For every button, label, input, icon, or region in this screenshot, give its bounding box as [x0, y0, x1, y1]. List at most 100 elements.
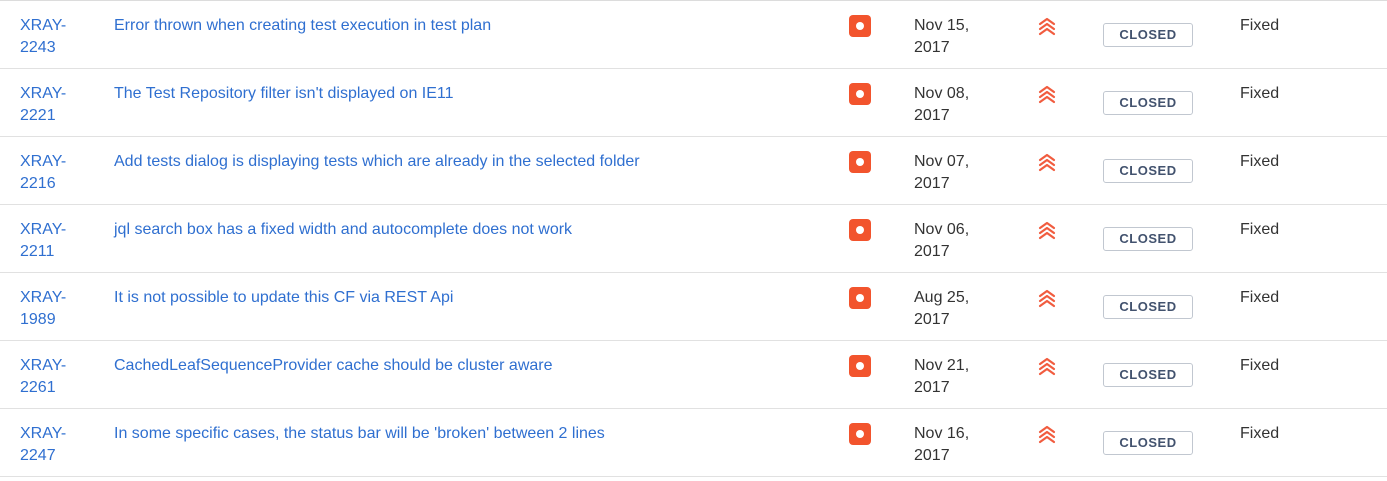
resolution-cell: Fixed	[1240, 68, 1387, 137]
date-line-month-day: Nov 15,	[914, 17, 970, 34]
table-row: XRAY- 2247 In some specific cases, the s…	[0, 408, 1387, 477]
issue-key-number: 2216	[20, 175, 56, 192]
summary-cell: Add tests dialog is displaying tests whi…	[114, 136, 849, 205]
issue-key-link[interactable]: XRAY- 2261	[20, 355, 80, 399]
issue-key-prefix: XRAY-	[20, 357, 67, 374]
issue-summary-link[interactable]: In some specific cases, the status bar w…	[114, 423, 849, 445]
issue-summary-link[interactable]: Add tests dialog is displaying tests whi…	[114, 151, 849, 173]
date-cell: Nov 07, 2017	[914, 136, 1036, 205]
date-line-year: 2017	[914, 175, 950, 192]
date-line-month-day: Nov 06,	[914, 221, 970, 238]
status-badge: CLOSED	[1103, 295, 1193, 319]
type-cell	[849, 272, 914, 341]
issue-key-cell: XRAY- 2211	[0, 204, 114, 273]
type-cell	[849, 0, 914, 69]
priority-cell	[1036, 340, 1103, 409]
type-cell	[849, 204, 914, 273]
summary-cell: The Test Repository filter isn't display…	[114, 68, 849, 137]
resolution-cell: Fixed	[1240, 204, 1387, 273]
issue-key-number: 2243	[20, 39, 56, 56]
issue-key-link[interactable]: XRAY- 1989	[20, 287, 80, 331]
resolution-cell: Fixed	[1240, 136, 1387, 205]
date-line-year: 2017	[914, 107, 950, 124]
table-row: XRAY- 2211 jql search box has a fixed wi…	[0, 204, 1387, 273]
status-badge: CLOSED	[1103, 23, 1193, 47]
date-line-year: 2017	[914, 243, 950, 260]
issue-key-number: 2261	[20, 379, 56, 396]
status-badge: CLOSED	[1103, 91, 1193, 115]
issue-summary-link[interactable]: Error thrown when creating test executio…	[114, 15, 849, 37]
issue-key-link[interactable]: XRAY- 2247	[20, 423, 80, 467]
issue-key-cell: XRAY- 2247	[0, 408, 114, 477]
issue-key-prefix: XRAY-	[20, 17, 67, 34]
bug-icon	[849, 151, 871, 173]
highest-priority-icon	[1036, 15, 1058, 37]
resolution-text: Fixed	[1240, 17, 1280, 34]
issue-key-number: 1989	[20, 311, 56, 328]
status-cell: CLOSED	[1103, 340, 1240, 409]
date-cell: Nov 08, 2017	[914, 68, 1036, 137]
issue-key-prefix: XRAY-	[20, 85, 67, 102]
table-row: XRAY- 2243 Error thrown when creating te…	[0, 0, 1387, 69]
status-badge: CLOSED	[1103, 431, 1193, 455]
status-cell: CLOSED	[1103, 204, 1240, 273]
priority-cell	[1036, 272, 1103, 341]
resolution-cell: Fixed	[1240, 0, 1387, 69]
issues-table: XRAY- 2243 Error thrown when creating te…	[0, 0, 1387, 477]
date-cell: Nov 15, 2017	[914, 0, 1036, 69]
issue-key-link[interactable]: XRAY- 2243	[20, 15, 80, 59]
status-badge: CLOSED	[1103, 159, 1193, 183]
issue-summary-link[interactable]: The Test Repository filter isn't display…	[114, 83, 849, 105]
resolution-text: Fixed	[1240, 289, 1280, 306]
bug-icon	[849, 219, 871, 241]
issue-key-number: 2211	[20, 243, 55, 260]
table-row: XRAY- 2216 Add tests dialog is displayin…	[0, 136, 1387, 205]
resolution-text: Fixed	[1240, 221, 1280, 238]
table-row: XRAY- 1989 It is not possible to update …	[0, 272, 1387, 341]
issue-key-link[interactable]: XRAY- 2221	[20, 83, 80, 127]
issue-key-link[interactable]: XRAY- 2216	[20, 151, 80, 195]
priority-cell	[1036, 408, 1103, 477]
table-row: XRAY- 2261 CachedLeafSequenceProvider ca…	[0, 340, 1387, 409]
date-line-year: 2017	[914, 39, 950, 56]
date-line-month-day: Nov 16,	[914, 425, 970, 442]
issue-key-cell: XRAY- 1989	[0, 272, 114, 341]
issue-summary-link[interactable]: It is not possible to update this CF via…	[114, 287, 849, 309]
status-cell: CLOSED	[1103, 136, 1240, 205]
issue-key-cell: XRAY- 2243	[0, 0, 114, 69]
resolution-text: Fixed	[1240, 357, 1280, 374]
date-line-month-day: Nov 07,	[914, 153, 970, 170]
date-cell: Nov 06, 2017	[914, 204, 1036, 273]
bug-icon	[849, 355, 871, 377]
priority-cell	[1036, 204, 1103, 273]
issue-key-cell: XRAY- 2261	[0, 340, 114, 409]
resolution-text: Fixed	[1240, 153, 1280, 170]
date-cell: Nov 16, 2017	[914, 408, 1036, 477]
date-line-year: 2017	[914, 311, 950, 328]
issue-summary-link[interactable]: jql search box has a fixed width and aut…	[114, 219, 849, 241]
highest-priority-icon	[1036, 151, 1058, 173]
priority-cell	[1036, 68, 1103, 137]
date-line-year: 2017	[914, 379, 950, 396]
type-cell	[849, 136, 914, 205]
highest-priority-icon	[1036, 219, 1058, 241]
summary-cell: jql search box has a fixed width and aut…	[114, 204, 849, 273]
type-cell	[849, 68, 914, 137]
issue-key-link[interactable]: XRAY- 2211	[20, 219, 80, 263]
status-cell: CLOSED	[1103, 408, 1240, 477]
status-badge: CLOSED	[1103, 227, 1193, 251]
summary-cell: In some specific cases, the status bar w…	[114, 408, 849, 477]
issue-summary-link[interactable]: CachedLeafSequenceProvider cache should …	[114, 355, 849, 377]
issue-key-prefix: XRAY-	[20, 153, 67, 170]
status-badge: CLOSED	[1103, 363, 1193, 387]
highest-priority-icon	[1036, 423, 1058, 445]
resolution-cell: Fixed	[1240, 340, 1387, 409]
status-cell: CLOSED	[1103, 272, 1240, 341]
issue-key-prefix: XRAY-	[20, 221, 67, 238]
issue-key-number: 2221	[20, 107, 56, 124]
issue-key-prefix: XRAY-	[20, 289, 67, 306]
resolution-cell: Fixed	[1240, 408, 1387, 477]
date-cell: Nov 21, 2017	[914, 340, 1036, 409]
status-cell: CLOSED	[1103, 68, 1240, 137]
bug-icon	[849, 287, 871, 309]
